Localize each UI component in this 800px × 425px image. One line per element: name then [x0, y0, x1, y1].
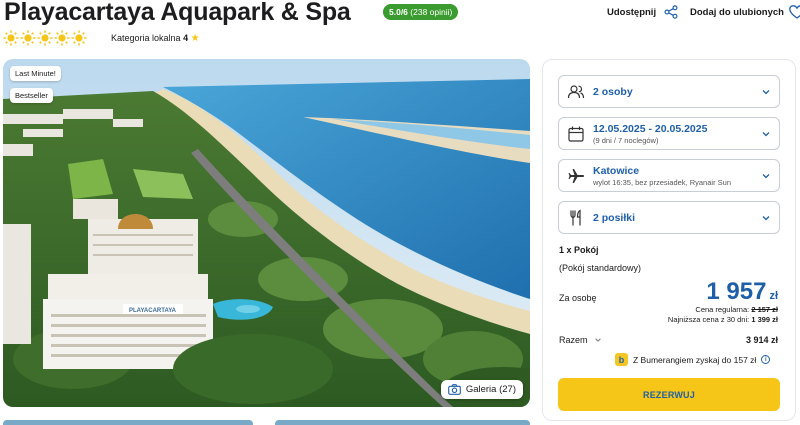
chevron-down-icon — [762, 215, 770, 220]
meals-value: 2 posiłki — [593, 211, 636, 224]
price-value: 1 957 — [706, 278, 767, 305]
chevron-down-icon — [594, 338, 601, 342]
sun-rating — [3, 30, 87, 46]
departure-select[interactable]: Katowice wylot 16:35, bez przesiadek, Ry… — [558, 159, 780, 192]
dates-value: 12.05.2025 - 20.05.2025 — [593, 122, 708, 135]
category-label: Kategoria lokalna — [111, 33, 181, 43]
lowest-price-label: Najniższa cena z 30 dni: — [667, 315, 750, 324]
sun-icon — [37, 30, 53, 46]
room-type: (Pokój standardowy) — [559, 263, 642, 273]
dates-select[interactable]: 12.05.2025 - 20.05.2025 (9 dni / 7 nocle… — [558, 117, 780, 150]
sun-icon — [54, 30, 70, 46]
meals-select[interactable]: 2 posiłki — [558, 201, 780, 234]
sun-icon — [20, 30, 36, 46]
share-label: Udostępnij — [607, 6, 657, 18]
calendar-icon — [568, 126, 584, 142]
badge-bestseller: Bestseller — [10, 88, 53, 103]
cutlery-icon — [570, 209, 581, 225]
total-label: Razem — [559, 335, 588, 345]
lowest-price-value: 1 399 zł — [751, 315, 778, 324]
per-person-label: Za osobę — [559, 293, 597, 303]
chevron-down-icon — [762, 89, 770, 94]
regular-price-value: 2 157 zł — [751, 305, 778, 314]
sun-icon — [71, 30, 87, 46]
total-value: 3 914 zł — [745, 335, 778, 345]
regular-price-label: Cena regularna: — [695, 305, 750, 314]
reserve-button[interactable]: REZERWUJ — [558, 378, 780, 411]
persons-value: 2 osoby — [593, 85, 633, 98]
svg-text:PLAYACARTAYA: PLAYACARTAYA — [129, 308, 177, 314]
share-icon — [664, 5, 678, 19]
hotel-photo[interactable]: PLAYACARTAYA Last Minute! Bestseller Gal… — [3, 59, 530, 407]
airplane-icon — [568, 168, 584, 183]
badge-last-minute: Last Minute! — [10, 66, 61, 81]
star-icon: ★ — [190, 33, 200, 44]
departure-details: wylot 16:35, bez przesiadek, Ryanair Sun — [593, 177, 731, 187]
gallery-label: Galeria (27) — [465, 384, 516, 395]
dates-duration: (9 dni / 7 noclegów) — [593, 135, 659, 145]
review-count: (238 opinii) — [410, 7, 453, 17]
chevron-down-icon — [762, 173, 770, 178]
bumerang-text: Z Bumerangiem zyskaj do 157 zł — [633, 354, 757, 365]
persons-icon — [567, 84, 585, 98]
aerial-beach-image: PLAYACARTAYA — [3, 59, 530, 407]
bumerang-info: b Z Bumerangiem zyskaj do 157 zł i — [615, 353, 771, 366]
lowest-price: Najniższa cena z 30 dni: 1 399 zł — [668, 315, 778, 324]
share-button[interactable]: Udostępnij — [607, 5, 678, 19]
camera-icon — [447, 384, 461, 395]
thumbnail-strip[interactable] — [3, 420, 253, 425]
favorite-label: Dodaj do ulubionych — [690, 6, 784, 18]
hotel-title: Playacartaya Aquapark & Spa — [4, 0, 351, 26]
heart-icon — [789, 5, 800, 19]
price-per-person: 1 957 zł — [706, 278, 778, 306]
gallery-button[interactable]: Galeria (27) — [440, 380, 523, 399]
rating-score: 5.0/6 — [389, 7, 408, 17]
favorite-button[interactable]: Dodaj do ulubionych — [690, 5, 800, 19]
room-count: 1 x Pokój — [559, 245, 599, 255]
price-currency: zł — [769, 290, 778, 302]
regular-price: Cena regularna: 2 157 zł — [695, 305, 778, 314]
sun-icon — [3, 30, 19, 46]
info-icon[interactable]: i — [761, 355, 771, 364]
category-value: 4 — [183, 33, 189, 43]
thumbnail-strip[interactable] — [275, 420, 530, 425]
local-category: Kategoria lokalna 4 ★ — [111, 33, 200, 44]
booking-panel: 2 osoby 12.05.2025 - 20.05.2025 (9 dni /… — [542, 59, 796, 421]
bumerang-logo-icon: b — [615, 353, 628, 366]
rating-badge[interactable]: 5.0/6 (238 opinii) — [383, 4, 459, 20]
departure-value: Katowice — [593, 164, 640, 177]
persons-select[interactable]: 2 osoby — [558, 75, 780, 108]
chevron-down-icon — [762, 131, 770, 136]
total-toggle[interactable]: Razem — [559, 335, 602, 345]
